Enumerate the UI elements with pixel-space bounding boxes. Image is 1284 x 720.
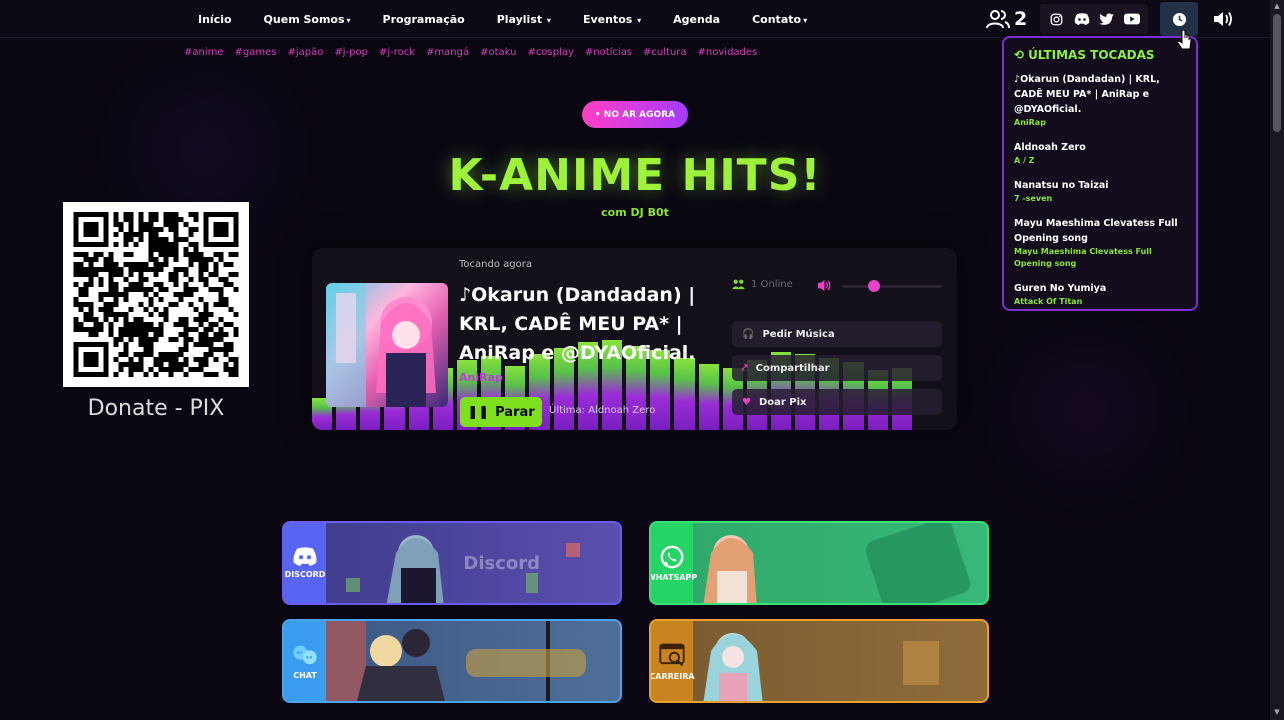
hashtag-link[interactable]: #j-pop <box>334 47 368 58</box>
recent-track-item[interactable]: Guren No Yumiya Attack Of Titan <box>1014 281 1186 308</box>
qr-code-image <box>73 212 239 377</box>
chat-icon <box>293 645 317 664</box>
hashtag-link[interactable]: #j-rock <box>379 47 415 58</box>
discord-card-badge: DISCORD <box>284 523 326 603</box>
resume-icon <box>659 643 685 666</box>
instagram-icon[interactable] <box>1049 11 1065 27</box>
recent-tracks-button[interactable] <box>1160 2 1198 36</box>
youtube-icon[interactable] <box>1123 11 1140 27</box>
top-navbar: Início Quem Somos ▾ Programação Playlist … <box>0 0 1270 38</box>
volume-icon[interactable] <box>817 278 833 294</box>
live-badge: • NO AR AGORA <box>582 101 688 128</box>
nav-item-playlist[interactable]: Playlist ▾ <box>497 13 551 26</box>
main-menu: Início Quem Somos ▾ Programação Playlist … <box>198 0 839 38</box>
recent-track-item[interactable]: Mayu Maeshima Clevatess Full Opening son… <box>1014 216 1186 270</box>
share-icon: ⤤ <box>742 362 748 374</box>
nav-item-inicio[interactable]: Início <box>198 13 232 26</box>
hashtag-link[interactable]: #cultura <box>643 47 687 58</box>
chevron-down-icon: ▾ <box>346 15 351 25</box>
equalizer-bar <box>674 358 695 430</box>
radio-player: Tocando agora ♪Okarun (Dandadan) | KRL, … <box>312 248 957 430</box>
discord-icon[interactable] <box>1074 11 1090 27</box>
discord-watermark: Discord <box>463 553 540 574</box>
discord-icon <box>293 547 317 566</box>
now-playing-label: Tocando agora <box>459 259 532 270</box>
equalizer-bar <box>698 364 719 430</box>
nav-item-programacao[interactable]: Programação <box>383 13 465 26</box>
hashtag-link[interactable]: #japão <box>288 47 324 58</box>
nav-item-agenda[interactable]: Agenda <box>673 13 720 26</box>
donate-pix-button[interactable]: ♥ Doar Pix <box>732 389 942 415</box>
whatsapp-icon <box>660 545 684 568</box>
page-scrollbar[interactable]: ▲ ▼ <box>1270 0 1284 720</box>
chat-card-badge: CHAT <box>284 621 326 701</box>
scroll-down-icon[interactable]: ▼ <box>1273 708 1281 716</box>
twitter-icon[interactable] <box>1099 11 1115 27</box>
stop-button[interactable]: ❚❚ Parar <box>460 397 542 427</box>
chat-card[interactable]: CHAT <box>282 619 622 703</box>
hashtag-link[interactable]: #novidades <box>698 47 758 58</box>
career-card[interactable]: CARREIRA <box>649 619 989 703</box>
history-icon: ⟲ <box>1014 48 1025 62</box>
users-icon <box>732 279 745 290</box>
hashtag-link[interactable]: #games <box>235 47 277 58</box>
social-links <box>1040 4 1148 34</box>
whatsapp-card-artwork <box>693 523 987 603</box>
listeners-count: 2 <box>1014 8 1028 30</box>
volume-button[interactable] <box>1212 9 1236 29</box>
hashtag-link[interactable]: #otaku <box>480 47 516 58</box>
request-song-button[interactable]: 🎧 Pedir Música <box>732 321 942 347</box>
discord-card[interactable]: DISCORD Discord <box>282 521 622 605</box>
recent-track-item[interactable]: Nanatsu no Taizai 7 -seven <box>1014 178 1186 205</box>
hashtag-link[interactable]: #cosplay <box>528 47 574 58</box>
last-played-text: Última: Aldnoah Zero <box>549 405 656 416</box>
scroll-up-icon[interactable]: ▲ <box>1273 2 1281 10</box>
hashtag-link[interactable]: #anime <box>184 47 224 58</box>
background-glow <box>1040 370 1130 450</box>
volume-slider-handle[interactable] <box>868 280 880 292</box>
online-indicator: 1 Online <box>732 279 793 290</box>
nav-item-quem-somos[interactable]: Quem Somos ▾ <box>264 13 351 26</box>
nav-item-contato[interactable]: Contato ▾ <box>752 13 807 26</box>
scrollbar-thumb[interactable] <box>1273 14 1281 132</box>
headphones-icon: 🎧 <box>742 328 755 340</box>
recent-tracks-dropdown: ⟲ ÚLTIMAS TOCADAS ♪Okarun (Dandadan) | K… <box>1002 36 1198 311</box>
pause-icon: ❚❚ <box>467 404 490 420</box>
whatsapp-card[interactable]: WHATSAPP <box>649 521 989 605</box>
recent-track-item[interactable]: ♪Okarun (Dandadan) | KRL, CADÊ MEU PA* |… <box>1014 72 1186 129</box>
donate-label: Donate - PIX <box>87 396 225 421</box>
song-artist: AniRap <box>459 371 503 384</box>
recent-track-item[interactable]: Aldnoah Zero A / Z <box>1014 140 1186 167</box>
chevron-down-icon: ▾ <box>803 15 808 25</box>
listeners-counter: 2 <box>986 4 1027 34</box>
chevron-down-icon: ▾ <box>634 15 642 25</box>
speaker-icon <box>1214 12 1232 26</box>
career-card-artwork <box>693 621 987 701</box>
pix-qr-code <box>63 202 249 387</box>
album-cover <box>326 283 448 407</box>
users-icon <box>986 10 1010 29</box>
hashtag-link[interactable]: #mangá <box>426 47 469 58</box>
volume-slider-track[interactable] <box>842 285 942 288</box>
career-card-badge: CARREIRA <box>651 621 695 701</box>
clock-icon <box>1172 12 1186 26</box>
chevron-down-icon: ▾ <box>544 15 551 25</box>
whatsapp-card-badge: WHATSAPP <box>651 523 697 603</box>
heart-icon: ♥ <box>742 396 751 408</box>
hashtag-link[interactable]: #notícias <box>585 47 632 58</box>
nav-item-eventos[interactable]: Eventos ▾ <box>583 13 641 26</box>
song-title: ♪Okarun (Dandadan) | KRL, CADÊ MEU PA* |… <box>459 284 696 364</box>
share-button[interactable]: ⤤ Compartilhar <box>732 355 942 381</box>
chat-card-artwork <box>326 621 620 701</box>
hashtag-bar: #anime #games #japão #j-pop #j-rock #man… <box>184 47 757 58</box>
recent-tracks-header: ⟲ ÚLTIMAS TOCADAS <box>1014 48 1155 62</box>
